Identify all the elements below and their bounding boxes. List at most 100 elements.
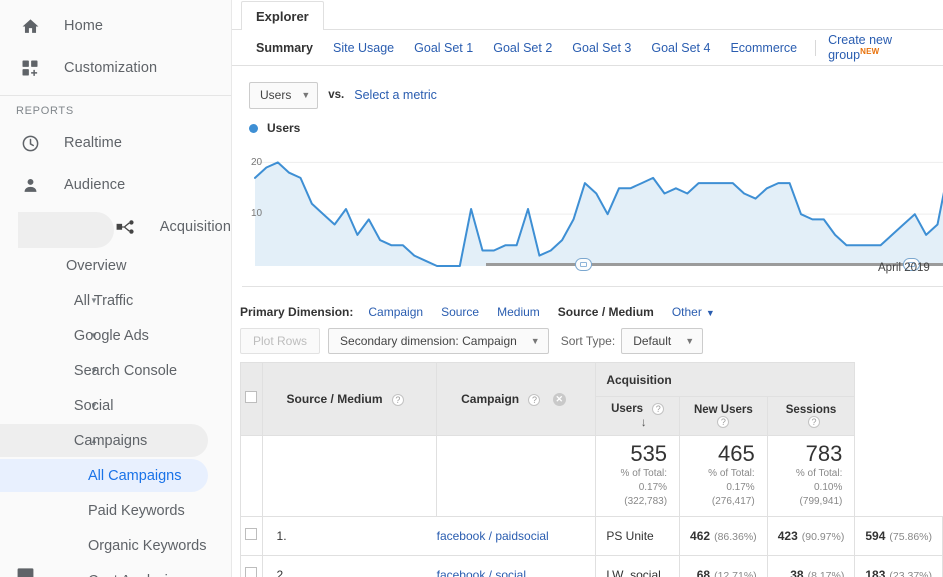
chart-x-axis: [486, 263, 943, 266]
help-icon[interactable]: ?: [808, 416, 821, 428]
sidebar-item-all-traffic[interactable]: ▼ All Traffic: [0, 283, 231, 318]
sidebar-item-overview[interactable]: Overview: [0, 248, 231, 283]
help-icon[interactable]: ?: [528, 393, 541, 406]
y-axis-tick-10: 10: [251, 208, 263, 220]
annotation-marker[interactable]: [575, 258, 592, 271]
sidebar-subitem-label: Organic Keywords: [88, 537, 207, 554]
sidebar-item-realtime[interactable]: Realtime: [0, 122, 231, 164]
secondary-dimension-select[interactable]: Secondary dimension: Campaign ▼: [328, 328, 549, 354]
row-index: 1.: [261, 516, 437, 557]
legend-color-dot: [249, 123, 258, 133]
sidebar-item-acquisition[interactable]: Acquisition: [0, 206, 231, 248]
primary-dimension-medium[interactable]: Medium: [488, 305, 549, 319]
x-axis-tick-label: April 2019: [878, 262, 930, 274]
primary-dimension-source-medium[interactable]: Source / Medium: [549, 305, 663, 332]
subtab-goal-set-1[interactable]: Goal Set 1: [404, 41, 483, 55]
create-new-group-link[interactable]: Create new groupNEW: [824, 33, 943, 62]
select-a-metric-link[interactable]: Select a metric: [354, 88, 437, 102]
subtab-label: Ecommerce: [730, 40, 798, 55]
totals-value: 783: [805, 441, 843, 467]
sidebar-item-all-campaigns[interactable]: All Campaigns: [0, 458, 231, 493]
primary-dimension-label: Primary Dimension:: [240, 305, 354, 319]
primary-dimension-campaign[interactable]: Campaign: [359, 305, 432, 319]
row-new-users-value: 38: [790, 568, 804, 577]
table-group-header-row: Source / Medium ? Campaign ? ✕ Acquisiti…: [240, 361, 943, 437]
table-row[interactable]: 1. facebook / paidsocial PS Unite 462 (86…: [240, 516, 943, 557]
column-header-label: Campaign: [461, 391, 520, 406]
totals-blank-cell: [436, 435, 597, 518]
help-icon[interactable]: ?: [391, 393, 404, 406]
primary-dimension-other-label: Other: [671, 305, 702, 319]
clock-icon: [18, 131, 42, 155]
row-users-pct: (86.36%): [714, 531, 757, 544]
row-checkbox[interactable]: [245, 528, 258, 541]
primary-dimension-other[interactable]: Other ▼: [663, 305, 715, 319]
subtab-goal-set-4[interactable]: Goal Set 4: [641, 41, 720, 55]
select-all-checkbox[interactable]: [245, 391, 258, 404]
sidebar-item-label: Realtime: [64, 135, 123, 151]
column-header-campaign[interactable]: Campaign ? ✕: [436, 361, 597, 437]
sidebar-item-label: Home: [64, 18, 104, 34]
column-header-source-medium[interactable]: Source / Medium ?: [261, 361, 438, 437]
row-campaign: PS Unite: [595, 516, 681, 557]
sort-descending-icon[interactable]: ↓: [641, 415, 647, 429]
chevron-down-icon: ▼: [685, 336, 695, 346]
row-new-users-pct: (8.17%): [807, 570, 845, 577]
help-icon[interactable]: ?: [652, 403, 665, 415]
subtab-divider: [815, 39, 817, 56]
totals-blank-cell: [240, 435, 263, 518]
totals-sessions-cell: 783 % of Total: 0.10% (799,941): [766, 435, 856, 518]
sidebar-item-customization[interactable]: Customization: [0, 47, 231, 89]
row-new-users-pct: (90.97%): [801, 531, 845, 544]
sidebar-item-audience[interactable]: Audience: [0, 164, 231, 206]
sidebar-item-organic-keywords[interactable]: Organic Keywords: [0, 528, 231, 563]
sort-type-select[interactable]: Default ▼: [621, 328, 704, 354]
sidebar-subitem-label: Social: [73, 397, 114, 414]
help-icon[interactable]: ?: [717, 416, 730, 428]
subtab-goal-set-2[interactable]: Goal Set 2: [483, 41, 562, 55]
column-header-sessions[interactable]: Sessions ?: [766, 395, 856, 437]
legend-label: Users: [267, 121, 301, 135]
sidebar-item-home[interactable]: Home: [0, 5, 231, 47]
sidebar-subitem-label: Cost Analysis: [88, 573, 175, 577]
chart-bottom-divider: [242, 286, 943, 287]
sidebar-item-paid-keywords[interactable]: Paid Keywords: [0, 493, 231, 528]
totals-pct-label: % of Total:: [620, 468, 668, 480]
main-panel: Explorer Summary Site Usage Goal Set 1 G…: [232, 0, 943, 577]
row-source-medium-link[interactable]: facebook / social: [436, 555, 597, 577]
sort-type-value: Default: [633, 334, 672, 348]
primary-dimension-source[interactable]: Source: [432, 305, 488, 319]
row-new-users-cell: 38 (8.17%): [766, 555, 856, 577]
table-totals-row: 535 % of Total: 0.17% (322,783) 465 % of…: [240, 435, 943, 518]
subtab-site-usage[interactable]: Site Usage: [323, 41, 404, 55]
row-source-medium-link[interactable]: facebook / paidsocial: [436, 516, 597, 557]
selection-pill: [18, 212, 114, 248]
sidebar-item-search-console[interactable]: ▼ Search Console: [0, 353, 231, 388]
sidebar-item-campaigns[interactable]: ▲ Campaigns: [0, 423, 231, 458]
totals-abs: (799,941): [799, 496, 843, 508]
behavior-icon[interactable]: [16, 566, 35, 577]
column-group-label: Acquisition: [606, 372, 672, 387]
column-header-users[interactable]: Users ? ↓: [595, 395, 681, 437]
remove-column-icon[interactable]: ✕: [552, 393, 566, 407]
table-row[interactable]: 2. facebook / social LW_social 68 (12.71%…: [240, 555, 943, 577]
tab-explorer[interactable]: Explorer: [241, 1, 324, 30]
sidebar-item-label: Customization: [64, 60, 158, 76]
column-header-label: Source / Medium: [286, 392, 383, 407]
subtab-goal-set-3[interactable]: Goal Set 3: [562, 41, 641, 55]
plot-rows-button[interactable]: Plot Rows: [240, 328, 321, 354]
vs-label: vs.: [328, 89, 345, 101]
sidebar-subitem-label: Google Ads: [73, 327, 149, 344]
chart-plot-area: [254, 161, 943, 267]
sidebar-divider: [0, 95, 231, 96]
row-new-users-value: 423: [777, 529, 798, 544]
sidebar-item-social[interactable]: ▼ Social: [0, 388, 231, 423]
subtab-ecommerce[interactable]: Ecommerce: [720, 41, 807, 55]
primary-metric-select[interactable]: Users ▼: [249, 81, 319, 109]
row-sessions-cell: 183 (23.37%): [854, 555, 943, 577]
subtab-summary[interactable]: Summary: [246, 41, 323, 55]
column-header-new-users[interactable]: New Users ?: [679, 395, 768, 437]
sidebar-item-google-ads[interactable]: ▼ Google Ads: [0, 318, 231, 353]
row-checkbox[interactable]: [245, 567, 258, 577]
tab-label: Explorer: [256, 8, 309, 24]
